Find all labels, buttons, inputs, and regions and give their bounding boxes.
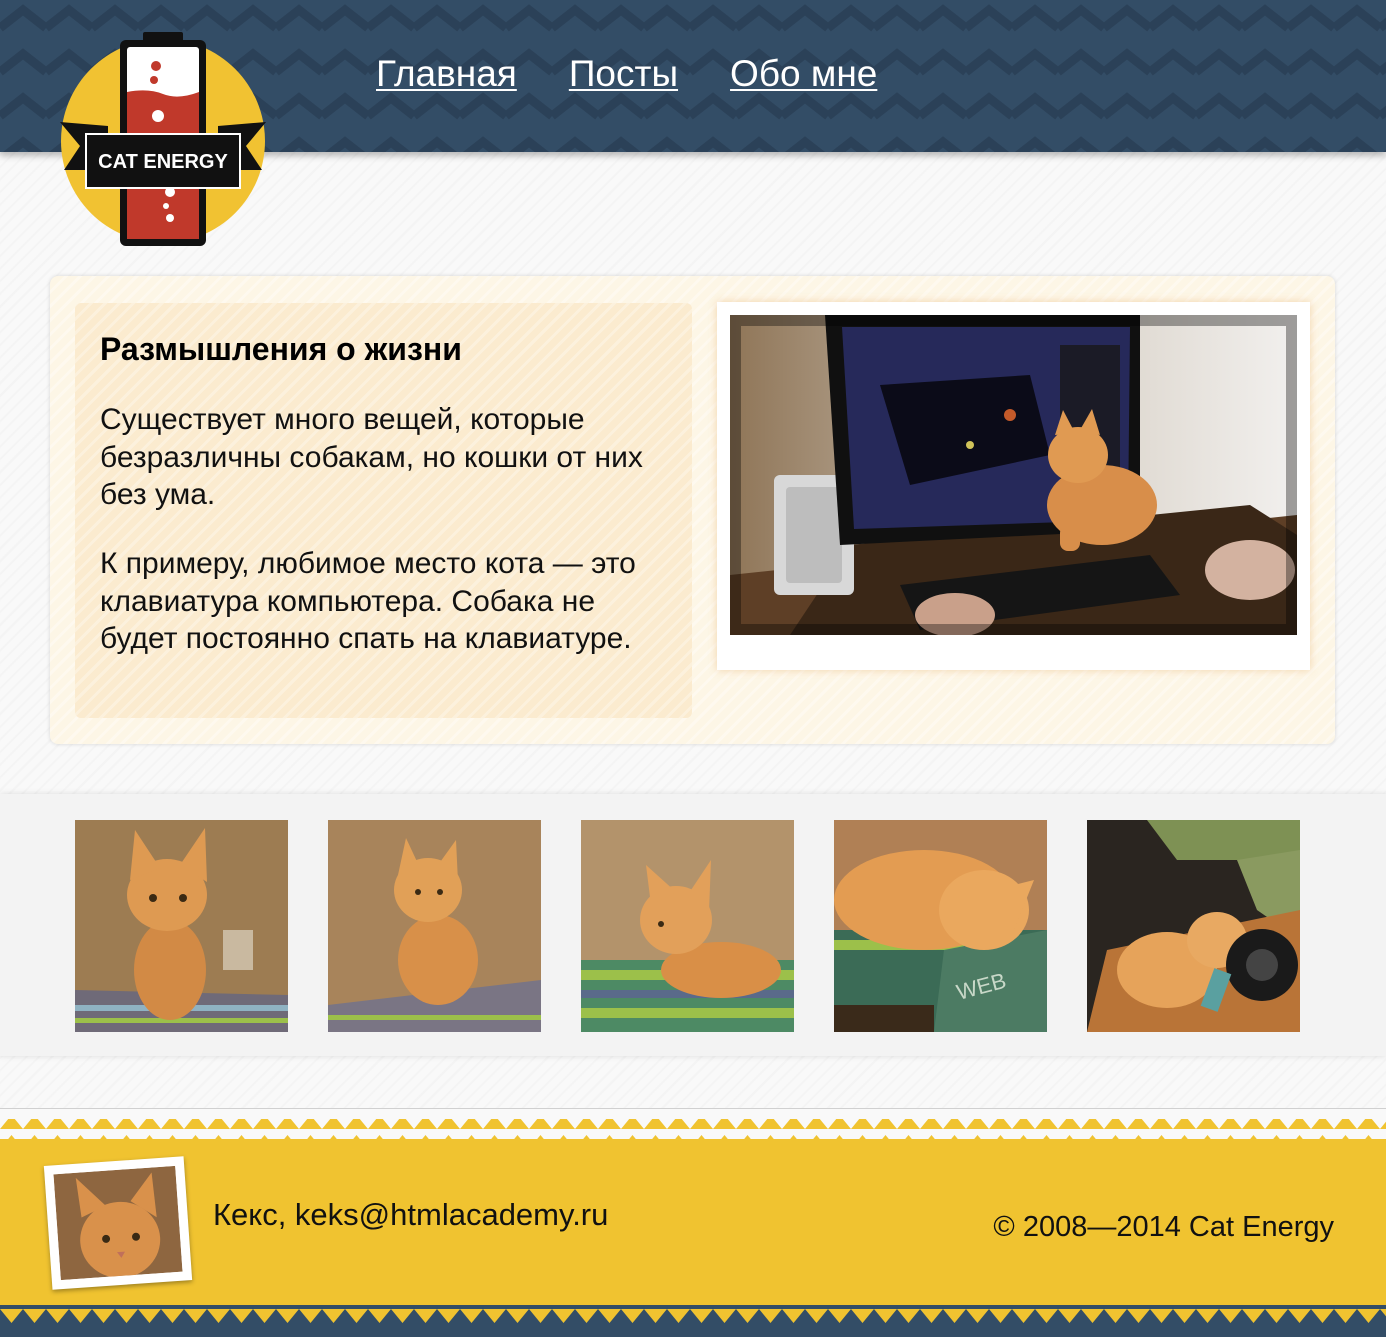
nav-link-about[interactable]: Обо мне xyxy=(730,52,877,96)
cat-on-keyboard-photo xyxy=(730,315,1297,635)
cat-energy-logo[interactable]: CAT ENERGY xyxy=(58,30,268,252)
main-nav: Главная Посты Обо мне xyxy=(376,52,877,96)
post-text-box: Размышления о жизни Существует много вещ… xyxy=(75,303,692,718)
post-paragraph-2: К примеру, любимое место кота — это клав… xyxy=(100,547,636,655)
nav-link-posts[interactable]: Посты xyxy=(569,52,678,96)
gallery-photo-1[interactable] xyxy=(75,820,288,1032)
copyright-text: © 2008—2014 Cat Energy xyxy=(993,1211,1334,1243)
gallery-photo-5[interactable] xyxy=(1087,820,1300,1032)
nav-link-home[interactable]: Главная xyxy=(376,52,517,96)
post-paragraph-1: Существует много вещей, которые безразли… xyxy=(100,403,643,511)
logo-text: CAT ENERGY xyxy=(98,151,228,173)
author-contact: Кекс, keks@htmlacademy.ru xyxy=(213,1197,609,1232)
site-footer: Кекс, keks@htmlacademy.ru © 2008—2014 Ca… xyxy=(0,1108,1386,1337)
author-avatar xyxy=(43,1156,193,1290)
gallery-photo-4[interactable]: WEB xyxy=(834,820,1047,1032)
gallery-photo-3[interactable] xyxy=(581,820,794,1032)
post-photo-frame xyxy=(717,302,1310,670)
post-title: Размышления о жизни xyxy=(100,331,462,367)
post-card: Размышления о жизни Существует много вещ… xyxy=(50,276,1335,744)
gallery-photo-2[interactable] xyxy=(328,820,541,1032)
photo-gallery: WEB xyxy=(0,794,1386,1056)
kitten-avatar-photo xyxy=(53,1165,183,1281)
